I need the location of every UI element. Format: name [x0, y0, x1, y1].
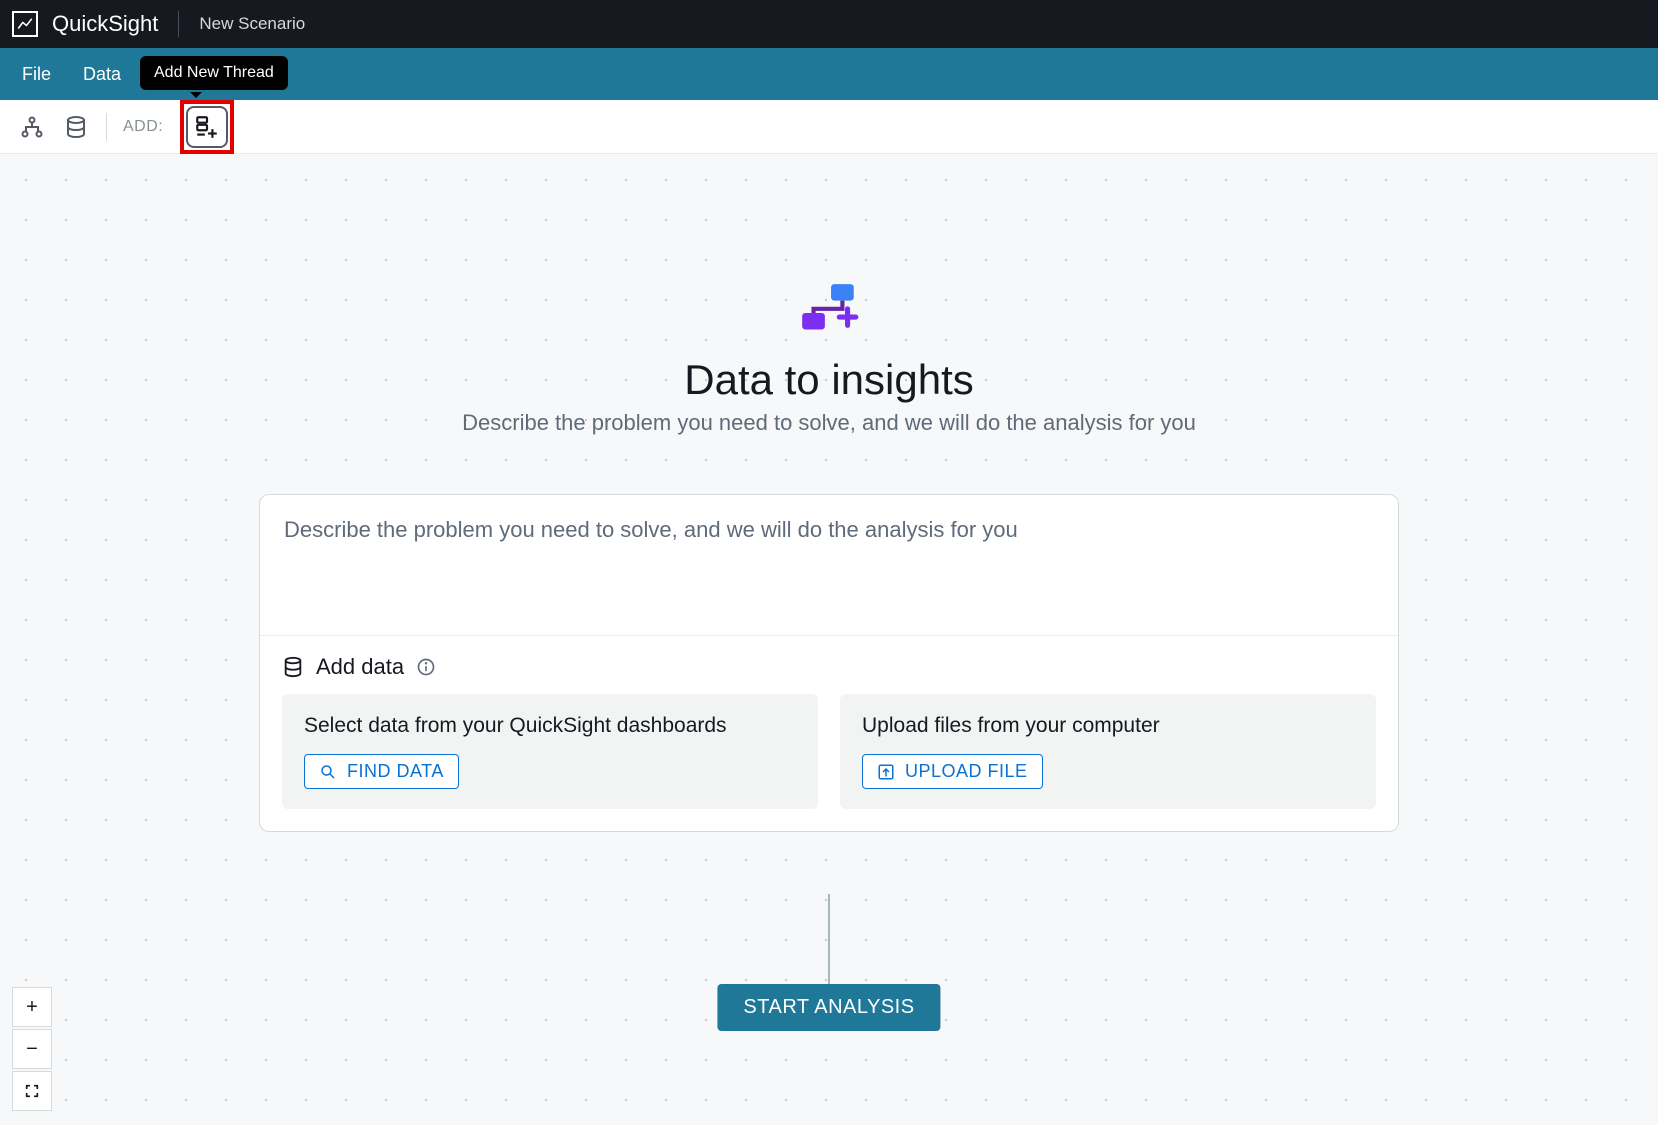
find-data-button[interactable]: FIND DATA: [304, 754, 459, 789]
upload-file-button[interactable]: UPLOAD FILE: [862, 754, 1043, 789]
prompt-card: Describe the problem you need to solve, …: [259, 494, 1399, 832]
database-icon[interactable]: [62, 113, 90, 141]
hero-title: Data to insights: [684, 356, 974, 404]
database-small-icon: [282, 656, 304, 678]
start-analysis-label: START ANALYSIS: [743, 996, 914, 1018]
hierarchy-icon[interactable]: [18, 113, 46, 141]
menu-bar: File Data Add New Thread: [0, 48, 1658, 100]
add-data-section: Add data Select data from your QuickSigh…: [260, 635, 1398, 831]
zoom-in-button[interactable]: +: [12, 987, 52, 1027]
info-icon[interactable]: [416, 657, 436, 677]
scenario-name[interactable]: New Scenario: [199, 14, 305, 34]
flow-connector: [828, 894, 830, 994]
menu-file[interactable]: File: [8, 56, 65, 93]
add-data-title: Add data: [316, 654, 404, 680]
tile-upload-file-title: Upload files from your computer: [862, 714, 1354, 738]
tile-find-data-title: Select data from your QuickSight dashboa…: [304, 714, 796, 738]
upload-icon: [877, 763, 895, 781]
topbar-divider: [178, 11, 179, 37]
app-topbar: QuickSight New Scenario: [0, 0, 1658, 48]
zoom-out-button[interactable]: −: [12, 1029, 52, 1069]
toolbar-add-label: ADD:: [123, 118, 163, 136]
fullscreen-button[interactable]: [12, 1071, 52, 1111]
tile-upload-file: Upload files from your computer UPLOAD F…: [840, 694, 1376, 809]
scenario-canvas[interactable]: Data to insights Describe the problem yo…: [0, 154, 1658, 1125]
find-data-button-label: FIND DATA: [347, 761, 444, 782]
zoom-controls: + −: [12, 987, 52, 1111]
canvas-toolbar: ADD:: [0, 100, 1658, 154]
hero-subtitle: Describe the problem you need to solve, …: [462, 410, 1196, 436]
quicksight-logo-icon: [12, 11, 38, 37]
hero-block: Data to insights Describe the problem yo…: [259, 282, 1399, 832]
insights-hero-icon: [796, 282, 862, 348]
toolbar-divider: [106, 113, 107, 141]
add-thread-button[interactable]: [186, 106, 228, 148]
add-data-header: Add data: [282, 654, 1376, 680]
search-icon: [319, 763, 337, 781]
menu-data[interactable]: Data: [69, 56, 135, 93]
start-analysis-button[interactable]: START ANALYSIS: [717, 984, 940, 1031]
prompt-input[interactable]: Describe the problem you need to solve, …: [260, 495, 1398, 635]
tile-find-data: Select data from your QuickSight dashboa…: [282, 694, 818, 809]
upload-file-button-label: UPLOAD FILE: [905, 761, 1028, 782]
brand-name: QuickSight: [52, 11, 158, 37]
tooltip-add-thread: Add New Thread: [140, 56, 288, 90]
